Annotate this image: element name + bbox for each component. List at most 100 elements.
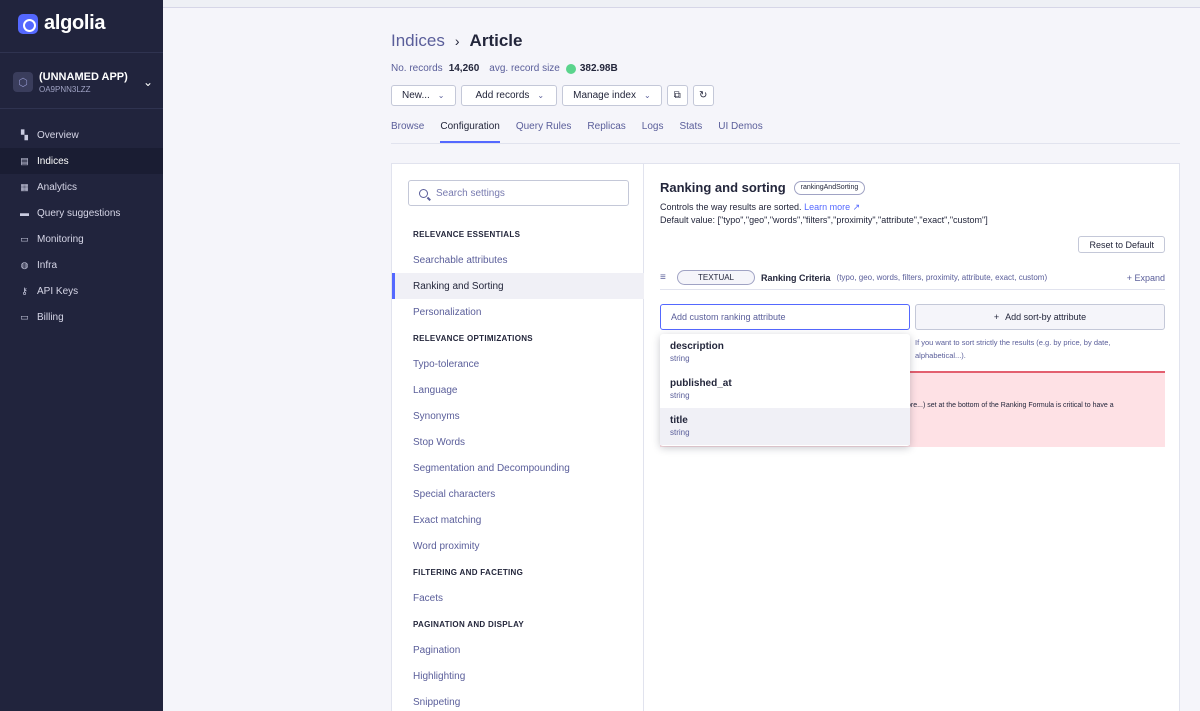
tab-query-rules[interactable]: Query Rules bbox=[516, 121, 572, 143]
sidebar-item-label: Analytics bbox=[37, 181, 78, 193]
add-sort-by-button[interactable]: + Add sort-by attribute bbox=[915, 304, 1165, 330]
app-cube-icon: ⬡ bbox=[13, 72, 33, 92]
configuration-panel: RELEVANCE ESSENTIALS Searchable attribut… bbox=[391, 163, 1180, 711]
top-bar bbox=[163, 0, 1200, 8]
setting-language[interactable]: Language bbox=[392, 377, 644, 403]
breadcrumb-indices-link[interactable]: Indices bbox=[391, 31, 445, 51]
suggestion-option[interactable]: published_at string bbox=[660, 371, 910, 408]
setting-special-characters[interactable]: Special characters bbox=[392, 481, 644, 507]
monitoring-icon: ▭ bbox=[20, 233, 29, 244]
sidebar-item-label: Billing bbox=[37, 311, 64, 323]
sidebar-item-label: Query suggestions bbox=[37, 207, 121, 219]
algolia-logo-icon bbox=[18, 13, 38, 34]
plus-icon: + bbox=[993, 312, 1000, 322]
criteria-name: Ranking Criteria bbox=[761, 272, 831, 283]
setting-snippeting[interactable]: Snippeting bbox=[392, 689, 644, 711]
settings-list-pane: RELEVANCE ESSENTIALS Searchable attribut… bbox=[392, 164, 644, 711]
criteria-list: (typo, geo, words, filters, proximity, a… bbox=[836, 273, 1048, 282]
new-button[interactable]: New... ⌄ bbox=[391, 85, 456, 106]
search-settings-input[interactable] bbox=[436, 187, 616, 199]
refresh-button[interactable]: ↻ bbox=[692, 85, 714, 106]
sidebar-item-monitoring[interactable]: ▭ Monitoring bbox=[0, 226, 163, 252]
tab-configuration[interactable]: Configuration bbox=[440, 121, 500, 143]
chevron-down-icon: ⌄ bbox=[537, 91, 545, 100]
suggestion-option[interactable]: title string bbox=[660, 408, 910, 445]
section-heading: FILTERING AND FACETING bbox=[413, 567, 524, 577]
sidebar: algolia ⬡ (UNNAMED APP) OA9PNN3LZZ ⌄ ▚ Ov… bbox=[0, 0, 163, 711]
warning-text: ore...) set at the bottom of the Ranking… bbox=[907, 402, 1114, 409]
custom-ranking-input[interactable] bbox=[660, 304, 910, 330]
suggestion-type: string bbox=[670, 428, 690, 437]
records-value: 14,260 bbox=[448, 63, 480, 74]
page-title: Article bbox=[469, 31, 523, 50]
setting-pagination[interactable]: Pagination bbox=[392, 637, 644, 663]
tab-logs[interactable]: Logs bbox=[642, 121, 664, 143]
sidebar-item-query-suggestions[interactable]: ▬ Query suggestions bbox=[0, 200, 163, 226]
sidebar-item-overview[interactable]: ▚ Overview bbox=[0, 122, 163, 148]
sidebar-divider bbox=[0, 108, 163, 109]
suggestion-name: description bbox=[670, 341, 724, 352]
sidebar-item-label: API Keys bbox=[37, 285, 79, 297]
new-button-label: New... bbox=[402, 90, 430, 101]
setting-personalization[interactable]: Personalization bbox=[392, 299, 644, 325]
setting-word-proximity[interactable]: Word proximity bbox=[392, 533, 644, 559]
tabs-divider bbox=[391, 143, 1180, 144]
sidebar-item-label: Monitoring bbox=[37, 233, 84, 245]
suggestion-name: title bbox=[670, 415, 688, 426]
chevron-down-icon: ⌄ bbox=[643, 91, 651, 100]
add-records-label: Add records bbox=[475, 90, 530, 101]
setting-stop-words[interactable]: Stop Words bbox=[392, 429, 644, 455]
setting-ranking-and-sorting[interactable]: Ranking and Sorting bbox=[392, 273, 644, 299]
chevron-down-icon: ⌄ bbox=[142, 75, 153, 89]
setting-facets[interactable]: Facets bbox=[392, 585, 644, 611]
sidebar-item-billing[interactable]: ▭ Billing bbox=[0, 304, 163, 330]
tab-stats[interactable]: Stats bbox=[679, 121, 702, 143]
tab-browse[interactable]: Browse bbox=[391, 121, 424, 143]
brand-name: algolia bbox=[44, 12, 106, 34]
setting-synonyms[interactable]: Synonyms bbox=[392, 403, 644, 429]
avg-size-value: 382.98B bbox=[579, 63, 618, 74]
setting-title: Ranking and sorting bbox=[660, 180, 786, 195]
setting-segmentation[interactable]: Segmentation and Decompounding bbox=[392, 455, 644, 481]
drag-handle-icon[interactable]: ≡ bbox=[660, 272, 669, 283]
ranking-criteria-row: ≡ TEXTUAL Ranking Criteria (typo, geo, w… bbox=[660, 266, 1165, 290]
algolia-logo[interactable]: algolia bbox=[18, 12, 106, 35]
setting-description: Controls the way results are sorted. Lea… bbox=[660, 202, 860, 213]
expand-button[interactable]: + Expand bbox=[1127, 273, 1165, 283]
setting-searchable-attributes[interactable]: Searchable attributes bbox=[392, 247, 644, 273]
manage-index-button[interactable]: Manage index ⌄ bbox=[562, 85, 662, 106]
section-heading: PAGINATION AND DISPLAY bbox=[413, 619, 525, 629]
tab-ui-demos[interactable]: UI Demos bbox=[718, 121, 762, 143]
sort-by-label: Add sort-by attribute bbox=[1005, 312, 1087, 322]
breadcrumb: Indices › Article bbox=[391, 31, 522, 51]
sidebar-item-indices[interactable]: ▤ Indices bbox=[0, 148, 163, 174]
setting-highlighting[interactable]: Highlighting bbox=[392, 663, 644, 689]
refresh-icon: ↻ bbox=[698, 90, 708, 101]
suggestion-option[interactable]: description string bbox=[660, 334, 910, 371]
analytics-icon: ▦ bbox=[20, 181, 29, 192]
suggestion-name: published_at bbox=[670, 378, 732, 389]
setting-typo-tolerance[interactable]: Typo-tolerance bbox=[392, 351, 644, 377]
sidebar-item-infra[interactable]: ◍ Infra bbox=[0, 252, 163, 278]
add-records-button[interactable]: Add records ⌄ bbox=[460, 85, 558, 106]
sidebar-item-api-keys[interactable]: ⚷ API Keys bbox=[0, 278, 163, 304]
billing-icon: ▭ bbox=[20, 311, 29, 322]
indices-icon: ▤ bbox=[20, 155, 29, 166]
suggestion-type: string bbox=[670, 354, 690, 363]
settings-search[interactable] bbox=[408, 180, 629, 206]
app-name: (UNNAMED APP) bbox=[39, 70, 128, 83]
sidebar-item-analytics[interactable]: ▦ Analytics bbox=[0, 174, 163, 200]
copy-icon: ⧉ bbox=[673, 90, 681, 101]
default-value: Default value: ["typo","geo","words","fi… bbox=[660, 215, 988, 225]
reset-to-default-button[interactable]: Reset to Default bbox=[1078, 236, 1165, 253]
tab-replicas[interactable]: Replicas bbox=[587, 121, 625, 143]
learn-more-link[interactable]: Learn more bbox=[804, 202, 850, 212]
app-switcher[interactable]: ⬡ (UNNAMED APP) OA9PNN3LZZ ⌄ bbox=[13, 69, 153, 95]
setting-exact-matching[interactable]: Exact matching bbox=[392, 507, 644, 533]
sidebar-item-label: Indices bbox=[37, 155, 69, 167]
index-actions: New... ⌄ Add records ⌄ Manage index ⌄ ⧉ ↻ bbox=[391, 85, 714, 106]
copy-button[interactable]: ⧉ bbox=[666, 85, 688, 106]
suggestion-type: string bbox=[670, 391, 690, 400]
setting-key-pill: rankingAndSorting bbox=[793, 180, 866, 195]
records-label: No. records bbox=[391, 63, 443, 74]
